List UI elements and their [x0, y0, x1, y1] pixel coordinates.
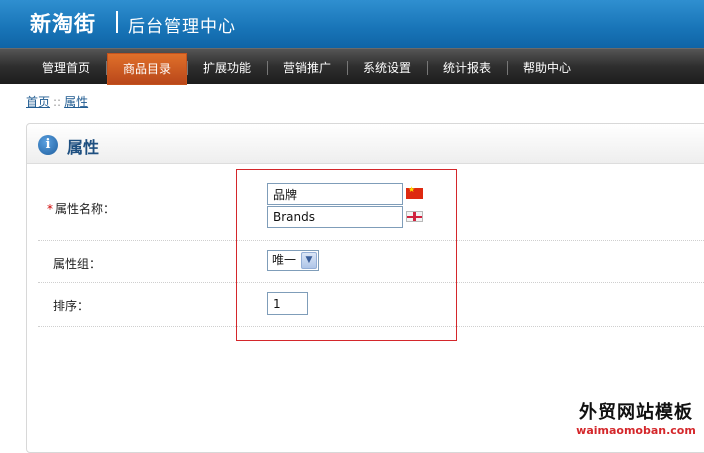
chevron-down-icon[interactable]: ▼ — [301, 252, 317, 269]
nav-item-marketing[interactable]: 营销推广 — [267, 53, 347, 85]
name-label: * 属性名称： — [47, 200, 115, 217]
breadcrumb: 首页:: 属性 — [26, 93, 88, 110]
watermark-title: 外贸网站模板 — [579, 402, 693, 423]
nav-item-help[interactable]: 帮助中心 — [507, 53, 587, 85]
nav-item-reports[interactable]: 统计报表 — [427, 53, 507, 85]
nav-item-extensions[interactable]: 扩展功能 — [187, 53, 267, 85]
watermark-url: waimaomoban.com — [576, 424, 696, 437]
name-label-text: 属性名称： — [55, 202, 116, 216]
attribute-group-select[interactable]: 唯一 ▼ — [267, 250, 319, 271]
required-mark: * — [47, 202, 53, 216]
breadcrumb-current-link[interactable]: 属性 — [64, 95, 88, 109]
main-nav: 管理首页 商品目录 扩展功能 营销推广 系统设置 统计报表 帮助中心 — [0, 48, 704, 85]
watermark: 外贸网站模板 waimaomoban.com — [574, 402, 698, 438]
app-header: 新淘街 后台管理中心 — [0, 0, 704, 48]
name-en-input[interactable] — [267, 206, 403, 228]
panel-title: 属性 — [67, 138, 100, 157]
info-icon: i — [38, 135, 58, 155]
form-row-group: 属性组： — [38, 241, 704, 283]
group-label: 属性组： — [53, 257, 102, 271]
uk-flag-icon — [406, 211, 423, 222]
logo: 新淘街 — [30, 12, 96, 36]
sort-order-input[interactable] — [267, 292, 308, 315]
attribute-group-value: 唯一 — [272, 253, 297, 267]
breadcrumb-separator: :: — [53, 95, 62, 109]
nav-item-catalog[interactable]: 商品目录 — [107, 53, 187, 85]
panel-header: i 属性 — [27, 124, 704, 164]
logo-divider — [116, 11, 118, 33]
nav-item-home[interactable]: 管理首页 — [26, 53, 106, 85]
header-subtitle: 后台管理中心 — [128, 17, 236, 37]
name-zh-input[interactable] — [267, 183, 403, 205]
form-row-sort: 排序： — [38, 283, 704, 327]
sort-label: 排序： — [53, 299, 90, 313]
nav-item-settings[interactable]: 系统设置 — [347, 53, 427, 85]
china-flag-icon — [406, 185, 423, 199]
breadcrumb-home-link[interactable]: 首页 — [26, 95, 50, 109]
